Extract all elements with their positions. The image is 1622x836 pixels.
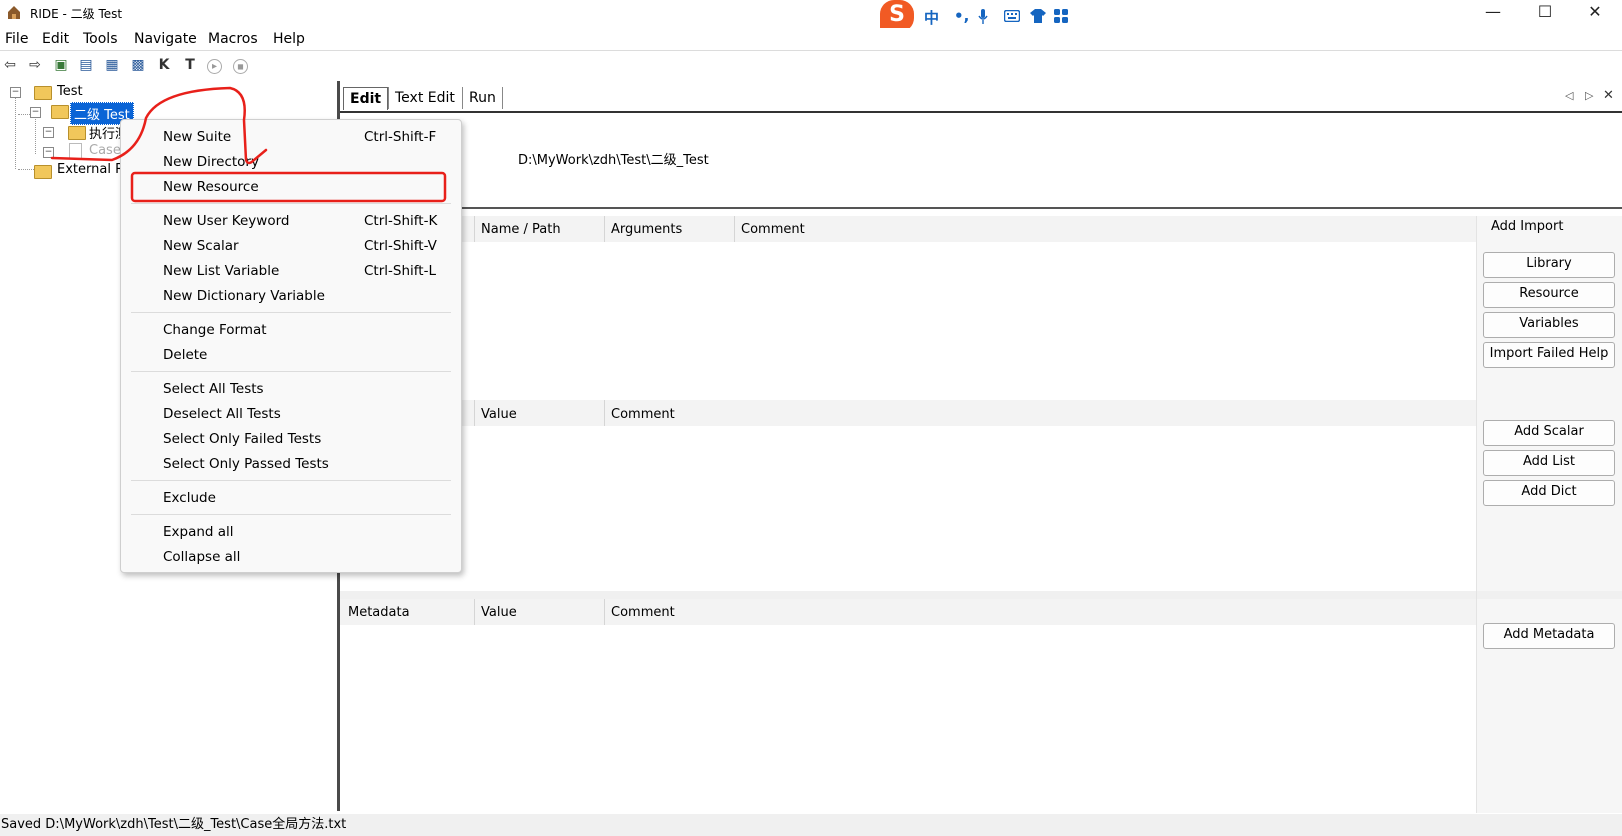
status-bar: Saved D:\MyWork\zdh\Test\二级_Test\Case全局方… <box>0 814 1622 836</box>
annotation-arrow <box>50 86 268 165</box>
highlight-box <box>130 171 447 203</box>
red-annotation-overlay <box>50 86 447 203</box>
status-text: Saved D:\MyWork\zdh\Test\二级_Test\Case全局方… <box>1 817 347 832</box>
